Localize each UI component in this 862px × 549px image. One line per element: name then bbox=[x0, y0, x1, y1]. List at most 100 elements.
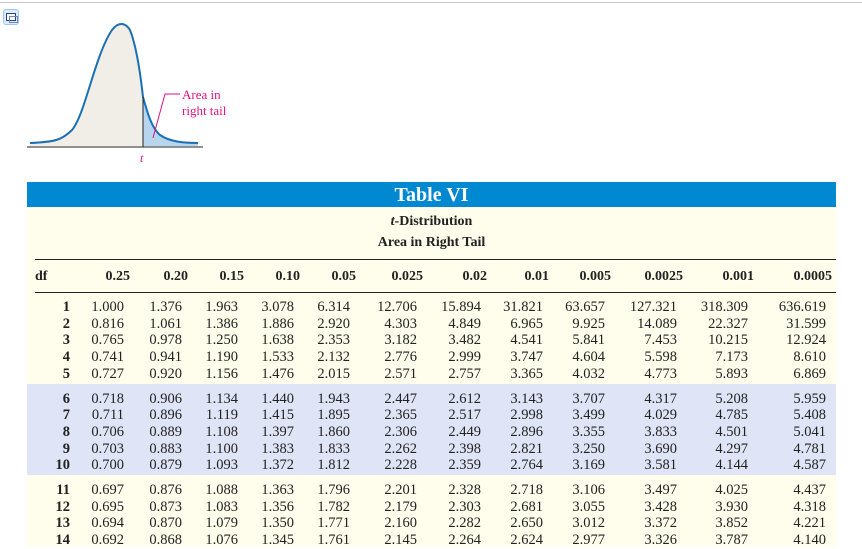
value-cell: 2.353 bbox=[317, 332, 350, 349]
value-cell: 3.690 bbox=[644, 440, 677, 457]
value-cell: 4.604 bbox=[572, 349, 605, 366]
value-cell: 0.703 bbox=[91, 440, 124, 457]
value-cell: 1.134 bbox=[205, 390, 238, 407]
value-cell: 1.533 bbox=[261, 349, 294, 366]
value-cell: 4.297 bbox=[715, 440, 748, 457]
value-cell: 3.482 bbox=[448, 332, 481, 349]
value-cell: 3.707 bbox=[572, 390, 605, 407]
value-cell: 2.896 bbox=[510, 423, 543, 440]
df-cell: 5 bbox=[62, 365, 70, 382]
header-row: df 0.25 0.20 0.15 0.10 0.05 0.025 0.02 0.01 0.005… bbox=[27, 268, 836, 285]
value-cell: 5.598 bbox=[644, 349, 677, 366]
table-row: 5 0.727 0.920 1.156 1.476 2.015 2.571 2.757 3.36… bbox=[27, 366, 836, 383]
value-cell: 2.447 bbox=[384, 390, 417, 407]
df-cell: 12 bbox=[55, 498, 71, 515]
value-cell: 3.106 bbox=[572, 482, 605, 498]
value-cell: 2.201 bbox=[384, 482, 417, 498]
value-cell: 9.925 bbox=[572, 315, 605, 332]
value-cell: 3.250 bbox=[572, 440, 605, 457]
column-header: 0.02 bbox=[462, 269, 488, 284]
value-cell: 2.398 bbox=[448, 440, 481, 457]
value-cell: 1.895 bbox=[317, 407, 350, 424]
value-cell: 14.089 bbox=[637, 315, 677, 332]
value-cell: 2.145 bbox=[384, 532, 417, 549]
df-cell: 1 bbox=[62, 299, 70, 315]
column-header: 0.20 bbox=[163, 269, 189, 284]
value-cell: 63.657 bbox=[565, 299, 605, 315]
table-caption: Area in Right Tail bbox=[377, 235, 486, 250]
value-cell: 318.309 bbox=[700, 299, 748, 315]
subtitle-rest: -Distribution bbox=[394, 214, 473, 229]
value-cell: 3.499 bbox=[572, 407, 605, 424]
value-cell: 4.029 bbox=[644, 407, 677, 424]
value-cell: 1.079 bbox=[205, 515, 238, 532]
value-cell: 1.356 bbox=[261, 498, 294, 515]
column-header: 0.0005 bbox=[793, 269, 833, 284]
value-cell: 6.314 bbox=[317, 299, 350, 315]
value-cell: 1.350 bbox=[261, 515, 294, 532]
value-cell: 0.896 bbox=[149, 407, 182, 424]
value-cell: 1.061 bbox=[149, 315, 182, 332]
column-header: 0.10 bbox=[275, 269, 301, 284]
value-cell: 4.437 bbox=[793, 482, 826, 498]
value-cell: 0.889 bbox=[149, 423, 182, 440]
value-cell: 4.318 bbox=[793, 498, 826, 515]
table-row: 3 0.765 0.978 1.250 1.638 2.353 3.182 3.482 4.54… bbox=[27, 332, 836, 349]
value-cell: 4.781 bbox=[793, 440, 826, 457]
value-cell: 2.764 bbox=[510, 457, 543, 474]
callout-line-2: right tail bbox=[182, 103, 227, 118]
value-cell: 0.920 bbox=[149, 365, 182, 382]
value-cell: 2.449 bbox=[448, 423, 481, 440]
value-cell: 127.321 bbox=[629, 299, 677, 315]
value-cell: 8.610 bbox=[793, 349, 826, 366]
body-area bbox=[30, 24, 143, 146]
value-cell: 0.868 bbox=[149, 532, 182, 549]
header-rule-bottom bbox=[35, 292, 836, 293]
value-cell: 1.963 bbox=[205, 299, 238, 315]
value-cell: 2.306 bbox=[384, 423, 417, 440]
value-cell: 31.599 bbox=[786, 315, 826, 332]
value-cell: 2.359 bbox=[448, 457, 481, 474]
value-cell: 0.694 bbox=[91, 515, 124, 532]
value-cell: 0.727 bbox=[91, 365, 124, 382]
value-cell: 3.747 bbox=[510, 349, 543, 366]
value-cell: 3.787 bbox=[715, 532, 748, 549]
value-cell: 2.821 bbox=[510, 440, 543, 457]
value-cell: 3.169 bbox=[572, 457, 605, 474]
value-cell: 1.771 bbox=[317, 515, 350, 532]
table-row: 14 0.692 0.868 1.076 1.345 1.761 2.145 2.264 2.6… bbox=[27, 532, 836, 549]
df-cell: 8 bbox=[62, 423, 70, 440]
value-cell: 1.943 bbox=[317, 390, 350, 407]
value-cell: 0.816 bbox=[91, 315, 124, 332]
value-cell: 2.718 bbox=[510, 482, 543, 498]
value-cell: 636.619 bbox=[778, 299, 826, 315]
df-cell: 11 bbox=[56, 482, 70, 498]
value-cell: 1.083 bbox=[205, 498, 238, 515]
value-cell: 2.365 bbox=[384, 407, 417, 424]
value-cell: 1.860 bbox=[317, 423, 350, 440]
value-cell: 4.144 bbox=[715, 457, 748, 474]
value-cell: 0.706 bbox=[91, 423, 124, 440]
table-title: Table VI bbox=[27, 182, 836, 207]
value-cell: 2.998 bbox=[510, 407, 543, 424]
value-cell: 1.119 bbox=[205, 407, 238, 424]
value-cell: 2.132 bbox=[317, 349, 350, 366]
value-cell: 2.228 bbox=[384, 457, 417, 474]
value-cell: 3.143 bbox=[510, 390, 543, 407]
value-cell: 15.894 bbox=[441, 299, 481, 315]
value-cell: 2.612 bbox=[448, 390, 481, 407]
value-cell: 5.841 bbox=[572, 332, 605, 349]
value-cell: 0.906 bbox=[149, 390, 182, 407]
value-cell: 1.093 bbox=[205, 457, 238, 474]
value-cell: 0.697 bbox=[91, 482, 124, 498]
value-cell: 4.317 bbox=[644, 390, 677, 407]
value-cell: 1.796 bbox=[317, 482, 350, 498]
value-cell: 3.852 bbox=[715, 515, 748, 532]
t-axis-label: t bbox=[140, 151, 144, 165]
df-cell: 7 bbox=[62, 407, 70, 424]
value-cell: 1.108 bbox=[205, 423, 238, 440]
value-cell: 0.700 bbox=[91, 457, 124, 474]
table-row: 2 0.816 1.061 1.386 1.886 2.920 4.303 4.849 6.96… bbox=[27, 316, 836, 333]
value-cell: 1.440 bbox=[261, 390, 294, 407]
value-cell: 1.376 bbox=[149, 299, 182, 315]
